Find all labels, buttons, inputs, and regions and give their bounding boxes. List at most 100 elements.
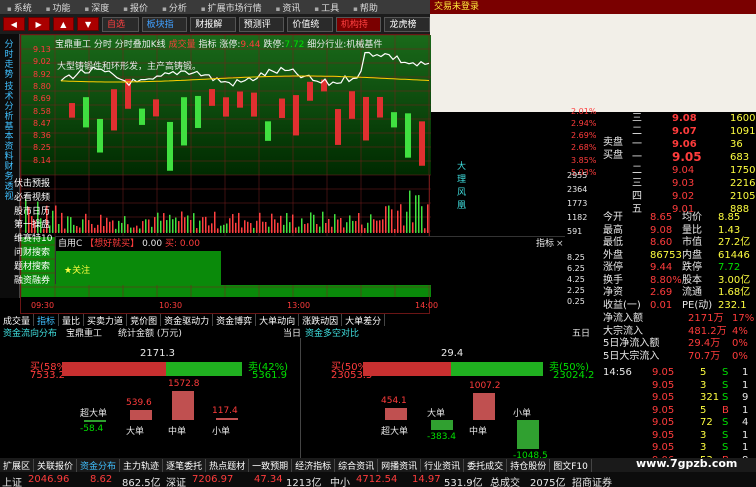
footer-tab-3[interactable]: 主力轨迹 bbox=[120, 458, 164, 472]
tab-dragon-tiger[interactable]: 龙虎榜单 bbox=[384, 16, 431, 45]
side-menu-item-3[interactable]: 第一操盘 bbox=[11, 219, 55, 233]
chart-tab-0[interactable]: 成交量 bbox=[0, 314, 35, 327]
side-menu-item-5[interactable]: 问财搜索 bbox=[11, 247, 55, 261]
side-menu-item-0[interactable]: 伏击预报 bbox=[11, 178, 55, 192]
footer-tab-1[interactable]: 关联报价 bbox=[34, 458, 78, 472]
volume-bar bbox=[361, 224, 363, 233]
volume-bar bbox=[385, 206, 387, 233]
volume-bar bbox=[196, 228, 198, 233]
menu-item-6[interactable]: 资讯 bbox=[269, 1, 308, 14]
tab-watchlist[interactable]: 自选股 bbox=[102, 16, 139, 45]
footer-tab-10[interactable]: 行业资讯 bbox=[421, 458, 465, 472]
tick-row-5: 9.05 3 S 1 bbox=[600, 429, 756, 442]
menu-item-1[interactable]: 功能 bbox=[39, 1, 78, 14]
tab-financial-report[interactable]: 财报解读 bbox=[190, 16, 236, 45]
tab-value-stats[interactable]: 价值统计 bbox=[287, 16, 333, 45]
status-c2: 47.34 bbox=[254, 474, 283, 485]
view-label[interactable]: 分时 bbox=[94, 40, 112, 50]
side-menu-item-2[interactable]: 股市日历 bbox=[11, 206, 55, 220]
up-button[interactable]: ▲ bbox=[52, 17, 75, 31]
price-tick-9: 8.14 bbox=[33, 155, 51, 165]
side-menu-item-4[interactable]: 维赛特10 bbox=[11, 233, 55, 247]
menu-item-7[interactable]: 工具 bbox=[307, 1, 346, 14]
volume-bar bbox=[355, 221, 357, 233]
flow-pct: 4% bbox=[732, 325, 748, 337]
volume-bar bbox=[391, 209, 393, 233]
tab-intraday[interactable]: 分时走势 bbox=[2, 40, 16, 80]
menu-item-2[interactable]: 深度 bbox=[78, 1, 117, 14]
footer-tab-11[interactable]: 委托成交 bbox=[464, 458, 508, 472]
index-label[interactable]: 指标 bbox=[198, 40, 216, 50]
footer-tab-7[interactable]: 经济指标 bbox=[292, 458, 336, 472]
chart-tab-2[interactable]: 量比 bbox=[59, 314, 85, 327]
stat-value: 8.80% bbox=[650, 274, 682, 286]
stat-value: 2.69 bbox=[650, 287, 673, 298]
popup-indicator[interactable]: 【想好就买】 bbox=[85, 239, 139, 249]
stat-value: 9.08 bbox=[650, 224, 673, 236]
popup-tag[interactable]: 指标 bbox=[536, 237, 554, 251]
tab-sector-index[interactable]: 板块指数 bbox=[141, 16, 188, 45]
chart-tab-7[interactable]: 大单动向 bbox=[256, 314, 300, 327]
volume-bar bbox=[295, 227, 297, 233]
flow-pct: 0% bbox=[732, 350, 748, 362]
footer-tab-6[interactable]: 一致预期 bbox=[249, 458, 293, 472]
footer-tab-12[interactable]: 持仓股份 bbox=[507, 458, 551, 472]
tick-volume: 321 bbox=[700, 392, 720, 403]
chart-tab-8[interactable]: 涨跌动因 bbox=[299, 314, 343, 327]
tab-technical[interactable]: 技术分析 bbox=[2, 82, 16, 122]
volume-bar bbox=[178, 221, 180, 233]
time-tick-1: 10:30 bbox=[159, 301, 183, 310]
footer-tab-4[interactable]: 逐笔委托 bbox=[163, 458, 207, 472]
industry-label: 细分行业:机械基件 bbox=[307, 40, 383, 50]
tab-forecast-rating[interactable]: 预测评级 bbox=[238, 16, 285, 45]
chart-tab-6[interactable]: 资金博弈 bbox=[213, 314, 257, 327]
footer-tab-5[interactable]: 热点题材 bbox=[206, 458, 250, 472]
side-menu-item-1[interactable]: 必看视频 bbox=[11, 192, 55, 206]
indicator-popup: 自用C 【想好就买】 0.00 买: 0.00 指标 × ★关注 bbox=[55, 236, 566, 285]
menu-item-5[interactable]: 扩展市场行情 bbox=[194, 1, 269, 14]
volume-bar bbox=[235, 222, 237, 233]
footer-tab-0[interactable]: 扩展区 bbox=[0, 458, 35, 472]
volume-bar bbox=[232, 214, 234, 233]
volume-bar bbox=[298, 226, 300, 233]
volume-bar bbox=[142, 221, 144, 233]
menu-item-4[interactable]: 分析 bbox=[155, 1, 194, 14]
candle bbox=[377, 96, 383, 118]
side-menu-item-6[interactable]: 题材搜索 bbox=[11, 261, 55, 275]
limit-up-value: 9.44 bbox=[240, 40, 261, 50]
close-icon[interactable]: × bbox=[556, 237, 564, 251]
side-menu-item-7[interactable]: 融资融券 bbox=[11, 275, 55, 289]
chart-tab-1[interactable]: 指标 bbox=[34, 314, 60, 327]
overlay-label[interactable]: 分时叠加K线 bbox=[115, 40, 166, 50]
volume-bar bbox=[217, 228, 219, 233]
footer-tab-8[interactable]: 综合资讯 bbox=[335, 458, 379, 472]
menu-item-8[interactable]: 帮助 bbox=[346, 1, 385, 14]
chart-tab-9[interactable]: 大单差分 bbox=[342, 314, 386, 327]
price-tick-1: 9.02 bbox=[33, 57, 51, 67]
volume-label[interactable]: 成交量 bbox=[169, 40, 196, 50]
menu-item-0[interactable]: 系统 bbox=[0, 1, 39, 14]
volume-bar bbox=[325, 222, 327, 233]
volume-bar bbox=[334, 214, 336, 233]
chart-tab-4[interactable]: 竞价图 bbox=[127, 314, 162, 327]
footer-tab-2[interactable]: 资金分布 bbox=[77, 458, 121, 472]
chart-tab-3[interactable]: 买卖力道 bbox=[84, 314, 128, 327]
volume-bar bbox=[184, 217, 186, 233]
chart-tab-5[interactable]: 资金驱动力 bbox=[161, 314, 214, 327]
footer-tab-9[interactable]: 网播资讯 bbox=[378, 458, 422, 472]
watermark-text: 大理风凰 bbox=[457, 162, 467, 211]
candle bbox=[111, 89, 117, 131]
tick-row-1: 9.05 3 S 1 bbox=[600, 379, 756, 392]
volume-bar bbox=[394, 228, 396, 233]
menu-item-3[interactable]: 报价 bbox=[116, 1, 155, 14]
tab-institution-holdings[interactable]: 机构持股 bbox=[335, 16, 382, 45]
follow-text[interactable]: 关注 bbox=[72, 266, 90, 276]
forward-button[interactable]: ▶ bbox=[27, 17, 50, 31]
tab-basic-info[interactable]: 基本资料 bbox=[2, 122, 16, 162]
limit-up-label: 涨停: bbox=[219, 40, 241, 50]
volume-bar bbox=[133, 227, 135, 233]
down-button[interactable]: ▼ bbox=[77, 17, 99, 31]
volume-bar bbox=[139, 228, 141, 233]
back-button[interactable]: ◀ bbox=[3, 17, 25, 31]
footer-tab-13[interactable]: 图文F10 bbox=[550, 458, 592, 472]
